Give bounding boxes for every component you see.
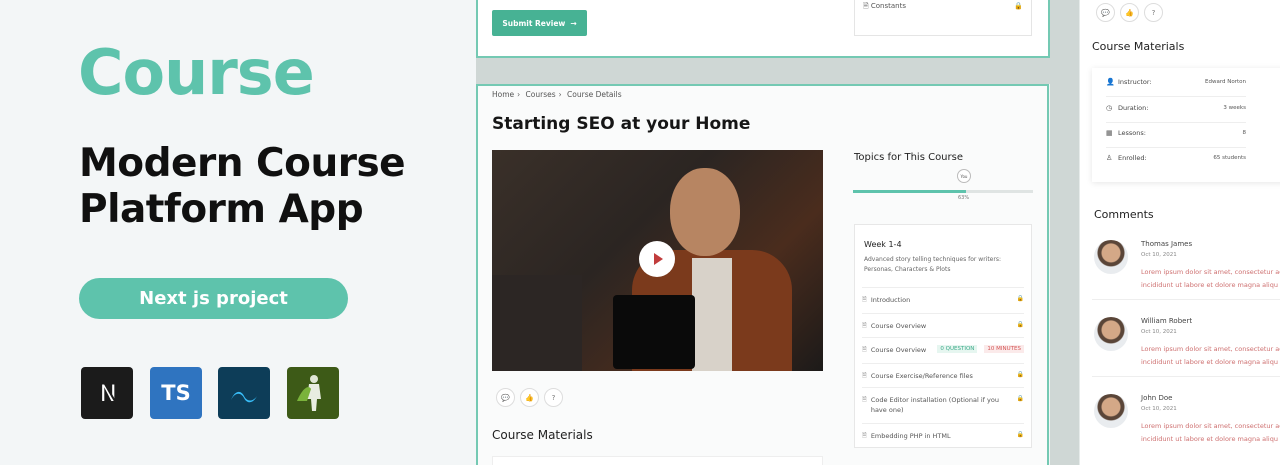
video-actions: 💬 👍 ?	[496, 388, 563, 407]
breadcrumb-current: Course Details	[567, 90, 622, 99]
clock-icon: ◷	[1106, 104, 1113, 112]
comment-author: William Robert	[1141, 317, 1193, 325]
question-icon[interactable]: ?	[1144, 3, 1163, 22]
course-materials-title: Course Materials	[1092, 40, 1185, 53]
thumbs-up-icon[interactable]: 👍	[520, 388, 539, 407]
thumbs-up-icon[interactable]: 👍	[1120, 3, 1139, 22]
lock-icon: 🔒	[1016, 431, 1024, 438]
lesson-label: Course Overview	[870, 346, 927, 354]
video-actions: 💬 👍 ?	[1096, 3, 1163, 22]
nextjs-logo-icon: N	[81, 367, 133, 419]
course-video[interactable]	[492, 150, 823, 371]
comment-icon[interactable]: 💬	[1096, 3, 1115, 22]
lesson-item[interactable]: 🗎 Constants 🔒	[863, 2, 1023, 13]
divider-strip	[1050, 0, 1079, 465]
comment-date: Oct 10, 2021	[1141, 252, 1177, 258]
lesson-label: Introduction	[870, 296, 911, 304]
topics-title: Topics for This Course	[854, 152, 963, 163]
comments-title: Comments	[1094, 208, 1154, 221]
instructor-row: 👤 Instructor: Edward Norton	[1106, 78, 1246, 86]
lesson-label: Course Overview	[870, 322, 927, 330]
document-icon: 🗎	[862, 296, 867, 303]
comment-date: Oct 10, 2021	[1141, 406, 1177, 412]
lesson-item[interactable]: 🗎 Embedding PHP in HTML 🔒	[862, 423, 1024, 441]
divider-strip	[476, 58, 1050, 84]
comment-text: Lorem ipsum dolor sit amet, consectetur …	[1141, 268, 1280, 289]
question-count-badge: 0 QUESTION	[937, 345, 978, 353]
lesson-item[interactable]: 🗎 Course Exercise/Reference files 🔒	[862, 363, 1024, 381]
course-progress-bar	[853, 190, 1033, 193]
students-icon: ♙	[1106, 154, 1113, 162]
comment-date: Oct 10, 2021	[1141, 329, 1177, 335]
comment-author: Thomas James	[1141, 240, 1193, 248]
document-icon: 🗎	[862, 396, 867, 403]
document-icon: 🗎	[862, 322, 867, 329]
lesson-label: Code Editor installation (Optional if yo…	[870, 396, 999, 414]
comment-icon[interactable]: 💬	[496, 388, 515, 407]
comment-text: Lorem ipsum dolor sit amet, consectetur …	[1141, 422, 1280, 443]
course-details-frame: Home › Courses › Course Details Starting S…	[476, 84, 1049, 465]
comment-author: John Doe	[1141, 394, 1173, 402]
avatar	[1094, 394, 1128, 428]
lesson-label: Embedding PHP in HTML	[870, 432, 951, 440]
week-title: Week 1-4	[864, 240, 902, 249]
submit-review-label: Submit Review	[502, 18, 566, 28]
comment-text: Lorem ipsum dolor sit amet, consectetur …	[1141, 345, 1280, 366]
lock-icon: 🔒	[1016, 395, 1024, 402]
review-frame: Submit Review → 🗎 Constants 🔒	[476, 0, 1050, 58]
arrow-right-icon: →	[570, 18, 577, 28]
lesson-list-panel: 🗎 Constants 🔒	[854, 0, 1032, 36]
promo-panel: Course Modern Course Platform App Next j…	[0, 0, 470, 465]
lessons-row: ▦ Lessons: 8	[1106, 129, 1246, 137]
lesson-item[interactable]: 🗎 Introduction 🔒	[862, 287, 1024, 305]
lesson-item[interactable]: 🗎 Course Overview 🔒	[862, 313, 1024, 331]
page-title: Starting SEO at your Home	[492, 114, 751, 134]
progress-fill	[853, 190, 967, 193]
avatar	[1094, 317, 1128, 351]
question-icon[interactable]: ?	[544, 388, 563, 407]
course-materials-card: 👤 Instructor: Edward Norton ◷ Duration: …	[1092, 68, 1280, 182]
lock-icon: 🔒	[1016, 321, 1024, 328]
lessons-icon: ▦	[1106, 129, 1113, 137]
play-icon	[654, 253, 663, 265]
lesson-label: Constants	[870, 2, 906, 10]
enrolled-row: ♙ Enrolled: 65 students	[1106, 154, 1246, 162]
avatar	[1094, 240, 1128, 274]
progress-percent: 63%	[958, 195, 970, 201]
play-button[interactable]	[639, 241, 675, 277]
progress-you-badge: You	[957, 169, 971, 183]
course-sidebar-frame: 💬 👍 ? Course Materials 👤 Instructor: Edw…	[1079, 0, 1280, 465]
topics-card: Week 1-4 Advanced story telling techniqu…	[854, 224, 1032, 448]
course-materials-card	[492, 456, 823, 465]
duration-row: ◷ Duration: 3 weeks	[1106, 104, 1246, 112]
breadcrumb-courses[interactable]: Courses	[526, 90, 556, 99]
document-icon: 🗎	[862, 346, 867, 353]
lesson-item[interactable]: 🗎 Code Editor installation (Optional if …	[862, 387, 1024, 415]
duration-badge: 10 MINUTES	[984, 345, 1024, 353]
submit-review-button[interactable]: Submit Review →	[492, 10, 587, 36]
typescript-logo-icon: TS	[150, 367, 202, 419]
superhero-logo-icon	[287, 367, 339, 419]
lock-icon: 🔒	[1016, 371, 1024, 378]
tailwind-logo-icon	[218, 367, 270, 419]
lesson-item[interactable]: 🗎 Course Overview 0 QUESTION 10 MINUTES	[862, 337, 1024, 355]
lesson-label: Course Exercise/Reference files	[870, 372, 973, 380]
document-icon: 🗎	[862, 372, 867, 379]
document-icon: 🗎	[863, 2, 869, 10]
week-description: Advanced story telling techniques for wr…	[864, 256, 1001, 273]
promo-subtitle: Modern Course Platform App	[79, 141, 406, 232]
promo-title: Course	[78, 36, 315, 109]
instructor-icon: 👤	[1106, 78, 1115, 86]
breadcrumb: Home › Courses › Course Details	[492, 90, 622, 99]
document-icon: 🗎	[862, 432, 867, 439]
lock-icon: 🔒	[1014, 2, 1023, 10]
project-pill: Next js project	[79, 278, 348, 319]
breadcrumb-home[interactable]: Home	[492, 90, 514, 99]
course-materials-title: Course Materials	[492, 428, 593, 442]
lock-icon: 🔒	[1016, 295, 1024, 302]
svg-text:N: N	[100, 382, 116, 407]
